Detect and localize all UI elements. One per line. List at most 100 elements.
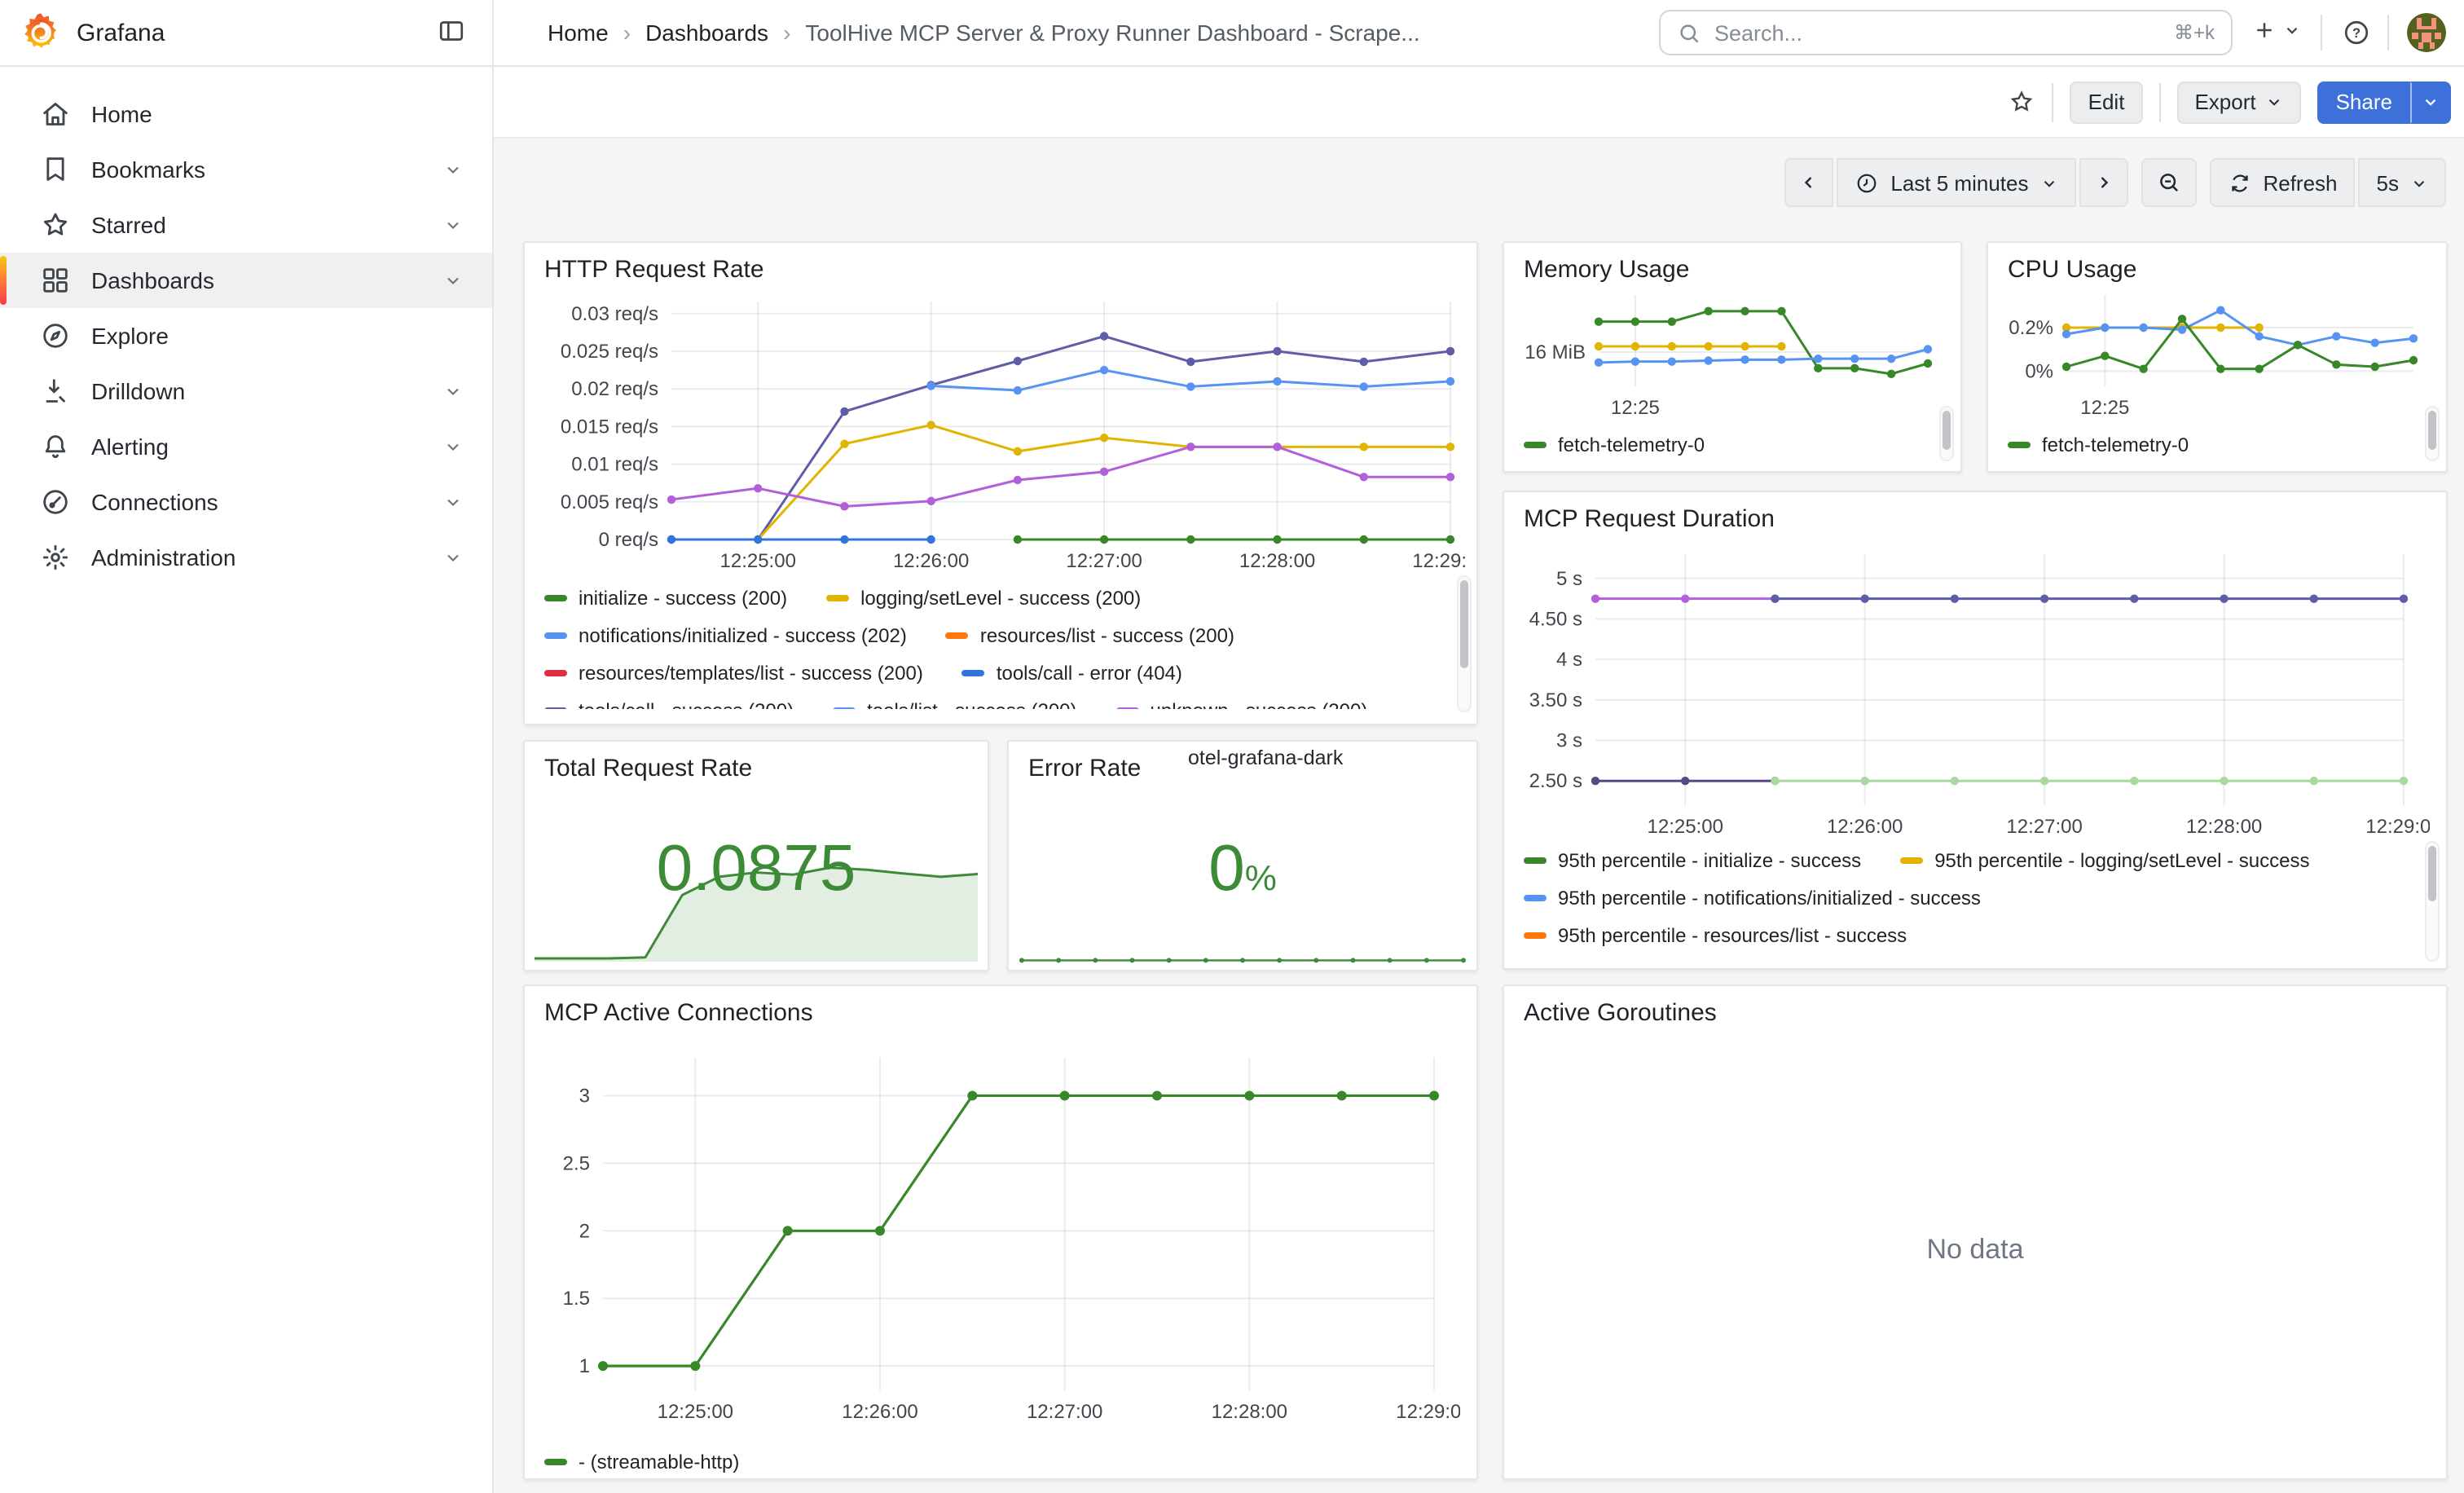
legend-swatch (826, 594, 849, 601)
refresh-button[interactable]: Refresh (2209, 158, 2355, 207)
search-input[interactable]: Search... ⌘+k (1659, 10, 2233, 55)
share-button[interactable]: Share (2318, 81, 2410, 123)
sidebar-toggle-icon[interactable] (437, 16, 466, 46)
legend-item[interactable]: fetch-telemetry-0 (1524, 433, 1705, 456)
panel-title[interactable]: HTTP Request Rate (544, 256, 764, 284)
sidebar-item-label: Administration (91, 544, 424, 570)
legend-item[interactable]: tools/call - success (200) (544, 698, 794, 709)
share-label: Share (2336, 90, 2392, 114)
sidebar-item-explore[interactable]: Explore (0, 308, 492, 363)
sidebar-item-administration[interactable]: Administration (0, 530, 492, 585)
legend-item[interactable]: tools/list - success (200) (833, 698, 1076, 709)
sidebar-item-connections[interactable]: Connections (0, 474, 492, 530)
favorite-star-button[interactable] (2009, 88, 2036, 116)
panel-title[interactable]: Active Goroutines (1524, 999, 1717, 1027)
legend-label: tools/call - error (404) (997, 661, 1182, 684)
star-icon (39, 209, 72, 241)
legend-swatch (833, 707, 856, 709)
legend-item[interactable]: 95th percentile - notifications/initiali… (1524, 886, 1981, 909)
sidebar-item-dashboards[interactable]: Dashboards (0, 253, 492, 308)
legend-item[interactable]: tools/call - error (404) (962, 661, 1182, 684)
panel-title[interactable]: MCP Request Duration (1524, 505, 1775, 533)
share-menu-button[interactable] (2410, 81, 2451, 123)
time-range-label: Last 5 minutes (1890, 170, 2028, 195)
sidebar-item-home[interactable]: Home (0, 86, 492, 142)
legend-item[interactable]: unknown - success (200) (1116, 698, 1368, 709)
chevron-down-icon[interactable] (443, 271, 463, 290)
legend-swatch (1524, 894, 1547, 901)
panel-title[interactable]: Memory Usage (1524, 256, 1689, 284)
help-button[interactable]: ? (2342, 18, 2371, 47)
legend-scrollbar-thumb[interactable] (1943, 411, 1951, 450)
legend-item[interactable]: - (streamable-http) (544, 1450, 739, 1473)
memory-usage-chart[interactable]: 16 MiB12:25 (1507, 285, 1947, 419)
legend-swatch (1900, 857, 1923, 863)
legend-scrollbar[interactable] (2425, 841, 2440, 962)
legend-item[interactable]: 95th percentile - initialize - success (1524, 848, 1861, 871)
legend-label: fetch-telemetry-0 (1558, 433, 1705, 456)
chevron-down-icon[interactable] (443, 160, 463, 179)
legend-scrollbar[interactable] (2425, 406, 2440, 461)
legend-item[interactable]: logging/setLevel - success (200) (826, 586, 1141, 609)
legend-swatch (544, 594, 567, 601)
legend-row: - (streamable-http) (544, 1442, 1447, 1480)
panel-title[interactable]: CPU Usage (2008, 256, 2136, 284)
star-icon (2009, 88, 2036, 116)
legend-scrollbar-thumb[interactable] (2428, 411, 2436, 450)
avatar[interactable] (2407, 13, 2446, 52)
legend-row: 95th percentile - initialize - success 95… (1524, 841, 2410, 879)
sidebar-item-label: Home (91, 101, 492, 127)
legend-scrollbar-thumb[interactable] (2428, 846, 2436, 901)
http-request-rate-chart[interactable]: 0 req/s0.005 req/s0.01 req/s0.015 req/s0… (528, 292, 1467, 579)
search-shortcut: ⌘+k (2174, 21, 2215, 44)
chevron-down-icon (2422, 93, 2440, 111)
avatar-image (2407, 13, 2446, 52)
breadcrumb-home[interactable]: Home (548, 20, 609, 46)
legend-item[interactable]: 95th percentile - resources/templates/li… (1524, 961, 1997, 965)
panel-title[interactable]: MCP Active Connections (544, 999, 813, 1027)
legend-scrollbar[interactable] (1457, 575, 1472, 712)
svg-text:12:25: 12:25 (1611, 397, 1660, 419)
chevron-down-icon[interactable] (443, 548, 463, 567)
hover-overlay-label: otel-grafana-dark (1188, 746, 1343, 769)
sidebar-item-drilldown[interactable]: Drilldown (0, 363, 492, 419)
chevron-down-icon[interactable] (443, 492, 463, 512)
legend-item[interactable]: resources/templates/list - success (200) (544, 661, 923, 684)
chevron-down-icon[interactable] (443, 215, 463, 235)
legend-item[interactable]: 95th percentile - resources/list - succe… (1524, 923, 1907, 946)
legend-item[interactable]: initialize - success (200) (544, 586, 787, 609)
legend-item[interactable]: fetch-telemetry-0 (2008, 433, 2189, 456)
refresh-interval-picker[interactable]: 5s (2359, 158, 2446, 207)
time-shift-back-button[interactable] (1784, 158, 1833, 207)
add-button[interactable] (2252, 18, 2301, 42)
refresh-icon (2227, 170, 2251, 195)
legend-item[interactable]: notifications/initialized - success (202… (544, 623, 907, 646)
sidebar-item-alerting[interactable]: Alerting (0, 419, 492, 474)
legend-item[interactable]: 95th percentile - logging/setLevel - suc… (1900, 848, 2309, 871)
error-rate-sparkline[interactable] (1019, 945, 1467, 965)
edit-button[interactable]: Edit (2070, 81, 2143, 123)
legend-scrollbar-thumb[interactable] (1460, 580, 1468, 668)
sidebar-item-bookmarks[interactable]: Bookmarks (0, 142, 492, 197)
svg-text:4 s: 4 s (1556, 649, 1582, 671)
export-button[interactable]: Export (2176, 81, 2301, 123)
breadcrumb-dashboards[interactable]: Dashboards (645, 20, 768, 46)
cpu-usage-chart[interactable]: 0.2%0%12:25 (1991, 285, 2433, 419)
legend-item[interactable]: resources/list - success (200) (946, 623, 1234, 646)
brand[interactable]: Grafana (21, 0, 165, 65)
mcp-request-duration-chart[interactable]: 5 s4.50 s4 s3.50 s3 s2.50 s12:25:0012:26… (1511, 541, 2430, 844)
panel-title[interactable]: Error Rate (1028, 755, 1141, 782)
time-range-picker[interactable]: Last 5 minutes (1837, 158, 2075, 207)
zoom-out-icon (2155, 170, 2181, 196)
legend-row: 95th percentile - notifications/initiali… (1524, 879, 2410, 916)
legend-swatch (946, 632, 969, 638)
chevron-down-icon (2283, 21, 2301, 39)
chevron-down-icon[interactable] (443, 437, 463, 456)
mcp-active-connections-chart[interactable]: 32.521.5112:25:0012:26:0012:27:0012:28:0… (528, 1042, 1460, 1433)
sidebar-item-starred[interactable]: Starred (0, 197, 492, 253)
time-shift-forward-button[interactable] (2079, 158, 2127, 207)
panel-title[interactable]: Total Request Rate (544, 755, 752, 782)
chevron-down-icon[interactable] (443, 381, 463, 401)
zoom-out-button[interactable] (2141, 158, 2196, 207)
legend-scrollbar[interactable] (1939, 406, 1954, 461)
